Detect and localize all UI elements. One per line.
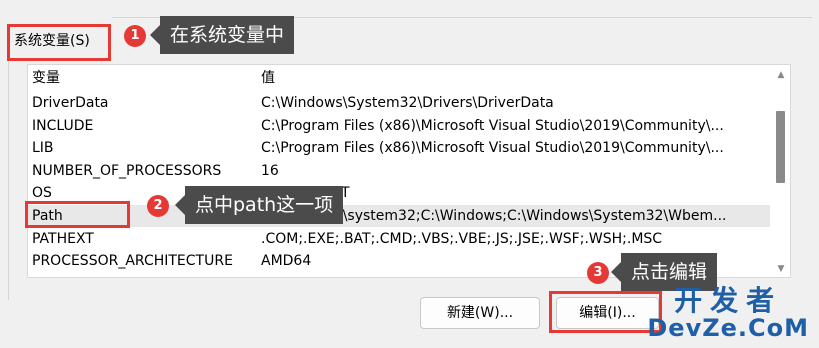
group-box-border-left [8, 40, 9, 300]
variable-value: C:\Windows\System32\Drivers\DriverData [261, 95, 554, 111]
variable-value: .COM;.EXE;.BAT;.CMD;.VBS;.VBE;.JS;.JSE;.… [261, 231, 663, 247]
step-badge-2: 2 [147, 195, 169, 217]
column-header-name[interactable]: 变量 [32, 67, 252, 89]
new-button[interactable]: 新建(W)... [420, 297, 540, 329]
step-badge-3: 3 [587, 262, 609, 284]
scroll-thumb[interactable] [776, 111, 785, 183]
column-header-value[interactable]: 值 [261, 67, 769, 89]
watermark-logo: 开发者 DevZe.CoM [647, 284, 809, 342]
scroll-up-arrow-icon[interactable]: ▲ [775, 69, 787, 81]
step-callout-1: 在系统变量中 [149, 16, 295, 54]
variable-name: LIB [32, 140, 54, 156]
list-item-selected[interactable]: Path C:\Windows\system32;C:\Windows;C:\W… [28, 205, 770, 227]
step-callout-2: 点中path这一项 [174, 186, 344, 224]
variable-name: PROCESSOR_ARCHITECTURE [32, 253, 233, 269]
list-item[interactable]: DriverData C:\Windows\System32\Drivers\D… [28, 92, 770, 114]
scroll-down-arrow-icon[interactable]: ▼ [775, 263, 787, 275]
variable-value: C:\Program Files (x86)\Microsoft Visual … [261, 140, 724, 156]
variable-name: NUMBER_OF_PROCESSORS [32, 163, 222, 179]
variable-value: 16 [261, 163, 279, 179]
vertical-scrollbar[interactable]: ▲ ▼ [775, 69, 787, 275]
watermark-line1: 开发者 [674, 284, 783, 317]
highlight-group-label [7, 24, 111, 61]
variable-name: INCLUDE [32, 118, 94, 134]
list-item[interactable]: INCLUDE C:\Program Files (x86)\Microsoft… [28, 115, 770, 137]
highlight-path-row [25, 201, 130, 228]
variable-name: DriverData [32, 95, 109, 111]
variable-value: C:\Program Files (x86)\Microsoft Visual … [261, 118, 724, 134]
variable-name: PATHEXT [32, 231, 94, 247]
system-variables-list[interactable]: 变量 值 DriverData C:\Windows\System32\Driv… [27, 64, 791, 278]
list-item[interactable]: PATHEXT .COM;.EXE;.BAT;.CMD;.VBS;.VBE;.J… [28, 228, 770, 250]
list-header: 变量 值 [28, 67, 770, 89]
list-item[interactable]: NUMBER_OF_PROCESSORS 16 [28, 160, 770, 182]
list-item[interactable]: LIB C:\Program Files (x86)\Microsoft Vis… [28, 137, 770, 159]
highlight-edit-button [549, 291, 662, 333]
step-badge-1: 1 [124, 25, 146, 47]
watermark-line2: DevZe.CoM [647, 314, 809, 342]
list-item[interactable]: OS Windows_NT [28, 182, 770, 204]
